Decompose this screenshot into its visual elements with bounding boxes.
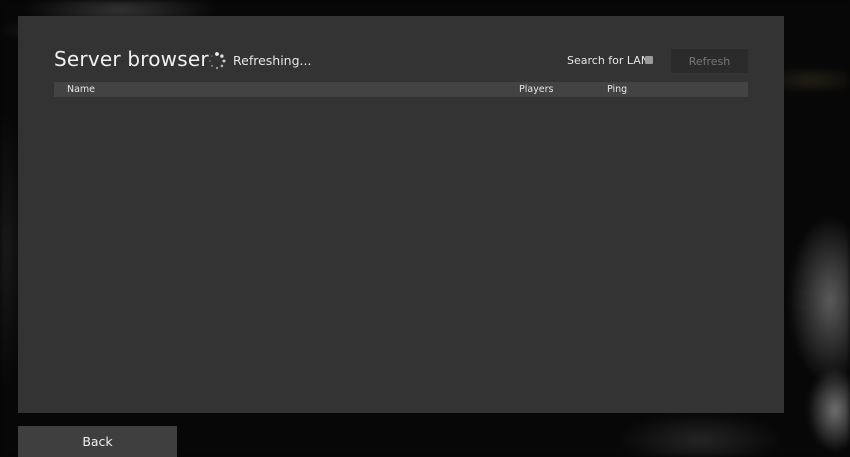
loading-spinner-icon — [209, 52, 226, 70]
search-lan-label: Search for LAN — [567, 54, 650, 67]
server-list — [54, 97, 748, 397]
column-header-ping[interactable]: Ping — [607, 83, 627, 96]
refresh-button[interactable]: Refresh — [671, 49, 748, 73]
refresh-status-text: Refreshing... — [233, 53, 312, 68]
column-header-players[interactable]: Players — [519, 83, 554, 96]
server-browser-panel: Server browser Refreshing... Search for … — [18, 16, 784, 413]
back-button[interactable]: Back — [18, 426, 177, 457]
search-lan-checkbox[interactable] — [645, 56, 653, 64]
page-title: Server browser — [54, 47, 209, 71]
column-header-name[interactable]: Name — [67, 83, 95, 96]
server-table-header: Name Players Ping — [54, 82, 748, 97]
